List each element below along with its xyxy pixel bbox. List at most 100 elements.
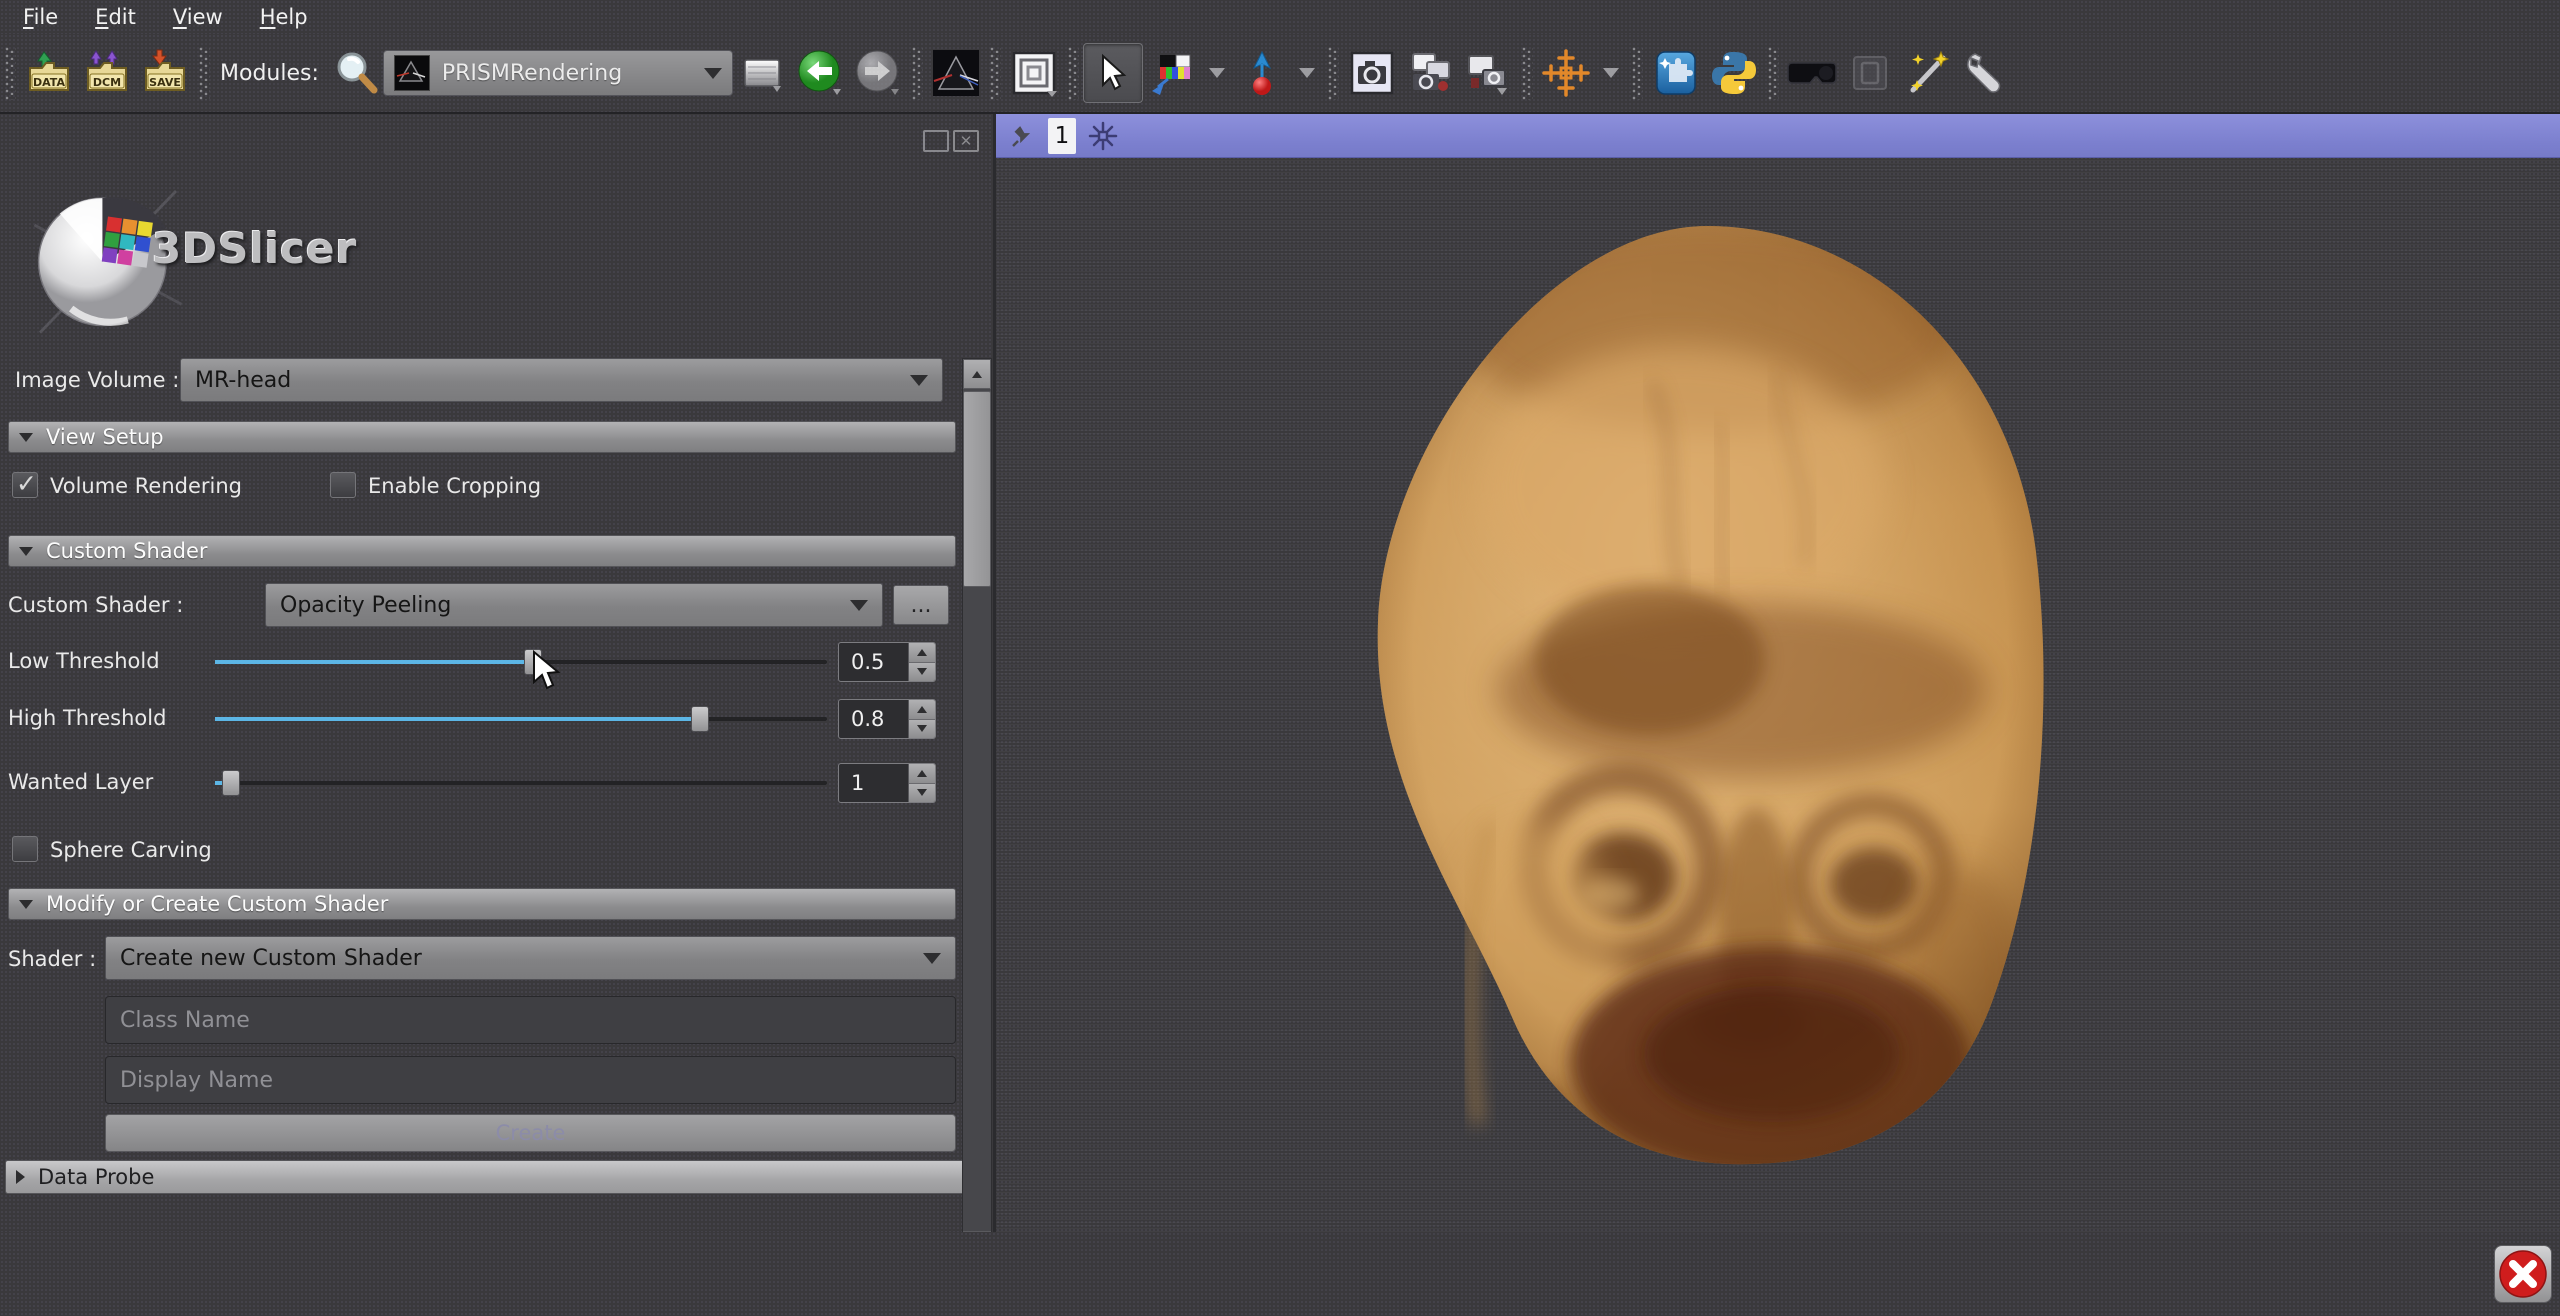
class-name-input[interactable] — [105, 996, 956, 1044]
extension-wizard-button[interactable] — [1899, 44, 1957, 102]
toolbar-drag-handle[interactable] — [198, 46, 210, 100]
toolbar-drag-handle[interactable] — [4, 46, 16, 100]
panel-close-icon[interactable]: ✕ — [953, 130, 979, 152]
application-settings-button[interactable] — [1957, 44, 2015, 102]
panel-undock-icon[interactable] — [923, 130, 949, 152]
enable-cropping-checkbox[interactable] — [330, 472, 356, 498]
view-controls-icon — [1846, 49, 1894, 97]
toolbar-drag-handle[interactable] — [1327, 46, 1339, 100]
slider-handle[interactable] — [691, 706, 709, 732]
image-volume-combo[interactable]: MR-head — [180, 358, 943, 402]
capture-view-button[interactable] — [1459, 44, 1517, 102]
image-volume-label: Image Volume : — [15, 368, 179, 392]
view-settings-icon[interactable] — [1088, 121, 1118, 151]
high-threshold-value[interactable]: 0.8 — [839, 700, 908, 738]
toolbar-drag-handle[interactable] — [989, 46, 1001, 100]
load-dicom-icon: DCM — [82, 48, 132, 98]
render-view[interactable] — [996, 158, 2560, 1232]
threed-viewport[interactable]: 1 — [996, 114, 2560, 1232]
wanted-layer-value[interactable]: 1 — [839, 764, 908, 802]
crosshair-dropdown-icon[interactable] — [1603, 68, 1619, 78]
shader-combo[interactable]: Create new Custom Shader — [105, 936, 956, 980]
low-threshold-slider[interactable] — [215, 660, 827, 664]
view-controls-button[interactable] — [1841, 44, 1899, 102]
collapse-triangle-icon — [19, 547, 33, 556]
spin-down-button[interactable] — [909, 719, 935, 739]
section-data-probe[interactable]: Data Probe — [5, 1160, 988, 1194]
menu-view[interactable]: View — [173, 5, 223, 29]
section-view-setup[interactable]: View Setup — [8, 421, 956, 453]
scroll-up-button[interactable] — [963, 359, 991, 389]
place-markups-dropdown-icon[interactable] — [1299, 68, 1315, 78]
slider-handle[interactable] — [222, 770, 240, 796]
create-button[interactable]: Create — [105, 1114, 956, 1152]
prism-module-button[interactable] — [927, 44, 985, 102]
module-back-button[interactable] — [791, 44, 849, 102]
menu-bar: File Edit View Help — [0, 0, 2560, 34]
custom-shader-combo[interactable]: Opacity Peeling — [265, 583, 883, 627]
spin-up-button[interactable] — [909, 764, 935, 783]
menu-file[interactable]: File — [23, 5, 58, 29]
toolbar-drag-handle[interactable] — [1767, 46, 1779, 100]
low-threshold-value[interactable]: 0.5 — [839, 643, 908, 681]
virtual-reality-button[interactable] — [1783, 44, 1841, 102]
section-custom-shader[interactable]: Custom Shader — [8, 535, 956, 567]
shader-value: Create new Custom Shader — [120, 946, 422, 971]
spin-down-button[interactable] — [909, 662, 935, 682]
python-console-button[interactable] — [1705, 44, 1763, 102]
scene-views-icon — [1405, 48, 1455, 98]
menu-help[interactable]: Help — [260, 5, 308, 29]
low-threshold-spinbox[interactable]: 0.5 — [838, 642, 936, 682]
crosshair-button[interactable] — [1537, 44, 1595, 102]
panel-scrollbar[interactable] — [962, 358, 992, 1262]
module-search-button[interactable] — [331, 44, 383, 102]
load-data-button[interactable]: DATA — [20, 44, 78, 102]
slider-fill — [215, 781, 222, 785]
module-selector-combo[interactable]: PRISMRendering — [383, 50, 733, 96]
module-history-button[interactable] — [733, 44, 791, 102]
section-modify-shader[interactable]: Modify or Create Custom Shader — [8, 888, 956, 920]
spin-up-button[interactable] — [909, 700, 935, 719]
close-application-button[interactable] — [2494, 1245, 2552, 1303]
scene-views-button[interactable] — [1401, 44, 1459, 102]
sphere-carving-checkbox[interactable] — [12, 836, 38, 862]
module-search-icon — [333, 49, 381, 97]
menu-edit[interactable]: Edit — [95, 5, 136, 29]
window-level-dropdown-icon[interactable] — [1209, 68, 1225, 78]
spin-up-button[interactable] — [909, 643, 935, 662]
screenshot-button[interactable] — [1343, 44, 1401, 102]
wanted-layer-slider[interactable] — [215, 781, 827, 785]
svg-text:DCM: DCM — [93, 76, 121, 89]
install-extensions-icon — [1651, 48, 1701, 98]
save-data-button[interactable]: SAVE — [136, 44, 194, 102]
place-markups-button[interactable] — [1233, 44, 1291, 102]
spin-down-button[interactable] — [909, 783, 935, 803]
pin-icon[interactable] — [1010, 123, 1036, 149]
scrollbar-thumb[interactable] — [963, 391, 991, 587]
toolbar-drag-handle[interactable] — [911, 46, 923, 100]
high-threshold-slider[interactable] — [215, 717, 827, 721]
section-title: Custom Shader — [46, 539, 208, 563]
load-dicom-button[interactable]: DCM — [78, 44, 136, 102]
crosshair-icon — [1541, 48, 1591, 98]
shader-options-button[interactable]: ... — [893, 585, 949, 625]
section-title: Data Probe — [38, 1165, 154, 1189]
toolbar-drag-handle[interactable] — [1067, 46, 1079, 100]
high-threshold-spinbox[interactable]: 0.8 — [838, 699, 936, 739]
volume-rendering-checkbox[interactable] — [12, 472, 38, 498]
display-name-input[interactable] — [105, 1056, 956, 1104]
section-title: View Setup — [46, 425, 164, 449]
toolbar-drag-handle[interactable] — [1521, 46, 1533, 100]
module-panel: ✕ 3DSlicer Image Volume : MR-head View S… — [0, 114, 996, 1232]
module-forward-button[interactable] — [849, 44, 907, 102]
toolbar-drag-handle[interactable] — [1631, 46, 1643, 100]
install-extensions-button[interactable] — [1647, 44, 1705, 102]
place-markups-icon — [1239, 50, 1285, 96]
mouse-interaction-button[interactable] — [1083, 43, 1143, 103]
wanted-layer-spinbox[interactable]: 1 — [838, 763, 936, 803]
section-title: Modify or Create Custom Shader — [46, 892, 388, 916]
window-level-button[interactable] — [1143, 44, 1201, 102]
layout-selector-button[interactable] — [1005, 44, 1063, 102]
status-bar — [0, 1232, 2560, 1316]
shader-label: Shader : — [8, 947, 96, 971]
